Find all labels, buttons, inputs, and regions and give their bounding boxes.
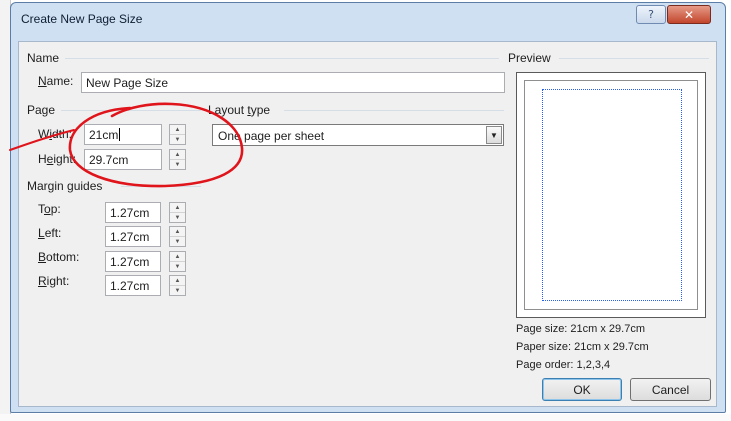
margin-right-input[interactable]: 1.27cm [105, 275, 161, 296]
dialog-body: Name Name: New Page Size Page Width: 21c… [18, 41, 717, 407]
spin-up-icon[interactable]: ▲ [170, 276, 185, 285]
preview-group-divider [559, 58, 709, 59]
width-spinner[interactable]: ▲ ▼ [169, 124, 186, 145]
margin-top-label: Top: [38, 202, 61, 216]
spin-down-icon[interactable]: ▼ [170, 159, 185, 169]
height-label: Height: [38, 152, 77, 166]
help-button[interactable]: ? [636, 5, 666, 24]
layout-type-select[interactable]: One page per sheet ▼ [212, 124, 504, 146]
spin-up-icon[interactable]: ▲ [170, 150, 185, 159]
spin-down-icon[interactable]: ▼ [170, 236, 185, 246]
page-preview [516, 72, 706, 318]
height-spinner[interactable]: ▲ ▼ [169, 149, 186, 170]
preview-page-sheet [524, 80, 698, 310]
preview-margin-guides [542, 89, 682, 301]
page-order-info: Page order: 1,2,3,4 [516, 359, 611, 371]
spin-up-icon[interactable]: ▲ [170, 125, 185, 134]
ok-button[interactable]: OK [542, 378, 622, 401]
spin-up-icon[interactable]: ▲ [170, 227, 185, 236]
margin-guides-heading: Margin guides [27, 179, 103, 193]
title-bar[interactable]: Create New Page Size ? ✕ [11, 3, 725, 33]
text-caret [119, 128, 121, 141]
dialog-title: Create New Page Size [21, 12, 143, 26]
background-app-edge-bottom [0, 414, 731, 421]
spin-up-icon[interactable]: ▲ [170, 203, 185, 212]
width-input[interactable]: 21cm [84, 124, 162, 145]
margin-top-spinner[interactable]: ▲ ▼ [169, 202, 186, 223]
margin-left-input[interactable]: 1.27cm [105, 226, 161, 247]
close-button[interactable]: ✕ [667, 5, 711, 24]
name-group-divider [65, 58, 499, 59]
help-icon: ? [648, 8, 654, 21]
spin-down-icon[interactable]: ▼ [170, 212, 185, 222]
margin-right-spinner[interactable]: ▲ ▼ [169, 275, 186, 296]
layout-type-value: One page per sheet [218, 129, 325, 143]
width-label: Width: [38, 127, 73, 141]
spin-down-icon[interactable]: ▼ [170, 261, 185, 271]
margin-bottom-label: Bottom: [38, 250, 80, 264]
name-label: Name: [38, 74, 74, 88]
preview-heading: Preview [508, 51, 551, 65]
layout-group-divider [284, 110, 504, 111]
close-icon: ✕ [683, 7, 695, 22]
name-group-heading: Name [27, 51, 60, 65]
cancel-button[interactable]: Cancel [630, 378, 711, 401]
margin-bottom-spinner[interactable]: ▲ ▼ [169, 251, 186, 272]
page-size-info: Page size: 21cm x 29.7cm [516, 323, 646, 335]
margin-right-label: Right: [38, 274, 70, 288]
dropdown-arrow-icon[interactable]: ▼ [486, 126, 502, 144]
margin-group-divider [121, 186, 201, 187]
margin-bottom-input[interactable]: 1.27cm [105, 251, 161, 272]
page-group-heading: Page [27, 103, 56, 117]
margin-left-spinner[interactable]: ▲ ▼ [169, 226, 186, 247]
name-input[interactable]: New Page Size [81, 72, 505, 93]
spin-down-icon[interactable]: ▼ [170, 134, 185, 144]
spin-down-icon[interactable]: ▼ [170, 285, 185, 295]
height-input[interactable]: 29.7cm [84, 149, 162, 170]
paper-size-info: Paper size: 21cm x 29.7cm [516, 341, 649, 353]
margin-left-label: Left: [38, 226, 62, 240]
page-group-divider [61, 110, 201, 111]
layout-type-heading: Layout type [208, 103, 271, 117]
spin-up-icon[interactable]: ▲ [170, 252, 185, 261]
margin-top-input[interactable]: 1.27cm [105, 202, 161, 223]
create-page-size-dialog: Create New Page Size ? ✕ Name Name: New … [10, 2, 726, 413]
